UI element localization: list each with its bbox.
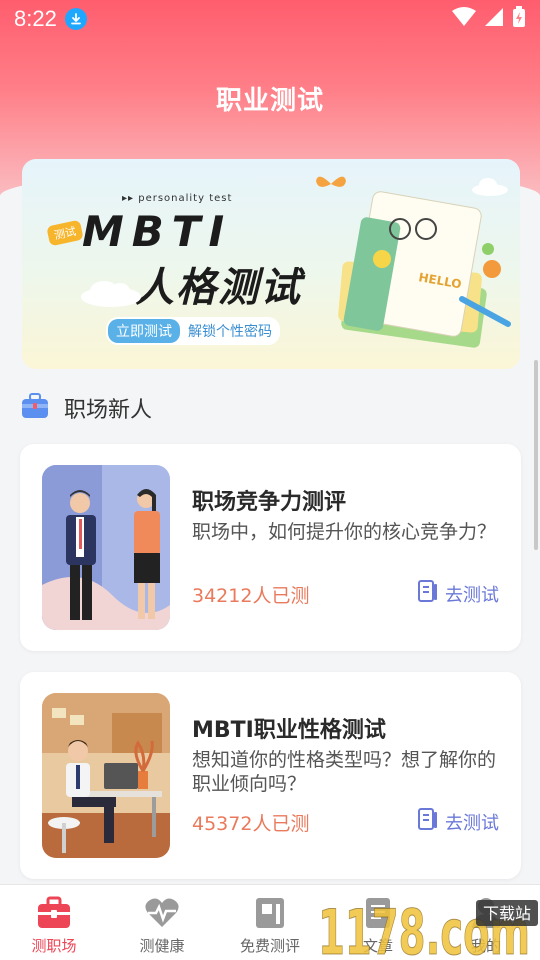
section-header: 职场新人: [20, 392, 152, 424]
nav-item-health[interactable]: 测健康: [108, 885, 216, 960]
card-test-count: 45372人已测: [192, 813, 310, 835]
nav-item-free-test[interactable]: 免费测评: [216, 885, 324, 960]
site-watermark: 1178.com 下载站: [318, 896, 538, 960]
start-test-button[interactable]: 立即测试: [108, 319, 180, 343]
scrollbar[interactable]: [534, 360, 538, 550]
go-test-button[interactable]: 去测试: [417, 579, 499, 608]
banner-cta[interactable]: 立即测试 解锁个性密码: [106, 317, 280, 345]
section-title: 职场新人: [64, 398, 153, 423]
card-image: [42, 693, 170, 858]
briefcase-icon: [36, 895, 72, 931]
cloud-icon: [81, 281, 141, 307]
wifi-icon: [452, 7, 476, 31]
nav-item-career[interactable]: 测职场: [0, 885, 108, 960]
card-test-count: 34212人已测: [192, 585, 310, 607]
test-card[interactable]: MBTI职业性格测试 想知道你的性格类型吗？想了解你的职业倾向吗？ 45372人…: [20, 672, 521, 879]
go-test-label: 去测试: [445, 812, 499, 834]
nav-label: 免费测评: [239, 937, 300, 955]
card-description: 职场中，如何提升你的核心竞争力？: [192, 521, 497, 543]
banner-button-desc: 解锁个性密码: [188, 324, 272, 340]
status-time: 8:22: [14, 6, 57, 31]
briefcase-icon: [20, 392, 50, 424]
card-description: 想知道你的性格类型吗？想了解你的职业倾向吗？: [192, 749, 497, 795]
card-title: 职场竞争力测评: [192, 490, 347, 515]
test-sheet-icon: [417, 579, 439, 608]
notebook-illustration: HELLO: [338, 191, 511, 348]
status-bar: 8:22: [0, 0, 540, 38]
go-test-button[interactable]: 去测试: [417, 807, 499, 836]
test-card[interactable]: 职场竞争力测评 职场中，如何提升你的核心竞争力？ 34212人已测 去测试: [20, 444, 521, 651]
mbti-banner[interactable]: ▸▸ personality test 测试 MBTI 人格测试 立即测试 解锁…: [22, 159, 520, 369]
banner-title-en: MBTI: [82, 207, 233, 256]
signal-icon: [484, 7, 504, 31]
nav-label: 测健康: [139, 937, 185, 955]
heartbeat-icon: [144, 895, 180, 931]
nav-label: 测职场: [31, 937, 77, 955]
battery-icon: [512, 6, 526, 32]
test-paper-icon: [252, 895, 288, 931]
test-sheet-icon: [417, 807, 439, 836]
page-title: 职业测试: [215, 86, 324, 116]
download-icon: [64, 8, 87, 30]
card-image: [42, 465, 170, 630]
banner-tagline: ▸▸ personality test: [122, 193, 233, 204]
go-test-label: 去测试: [445, 584, 499, 606]
banner-tag: 测试: [46, 219, 84, 247]
watermark-badge: 下载站: [483, 904, 531, 923]
card-title: MBTI职业性格测试: [192, 718, 386, 743]
banner-title-zh: 人格测试: [134, 265, 302, 311]
